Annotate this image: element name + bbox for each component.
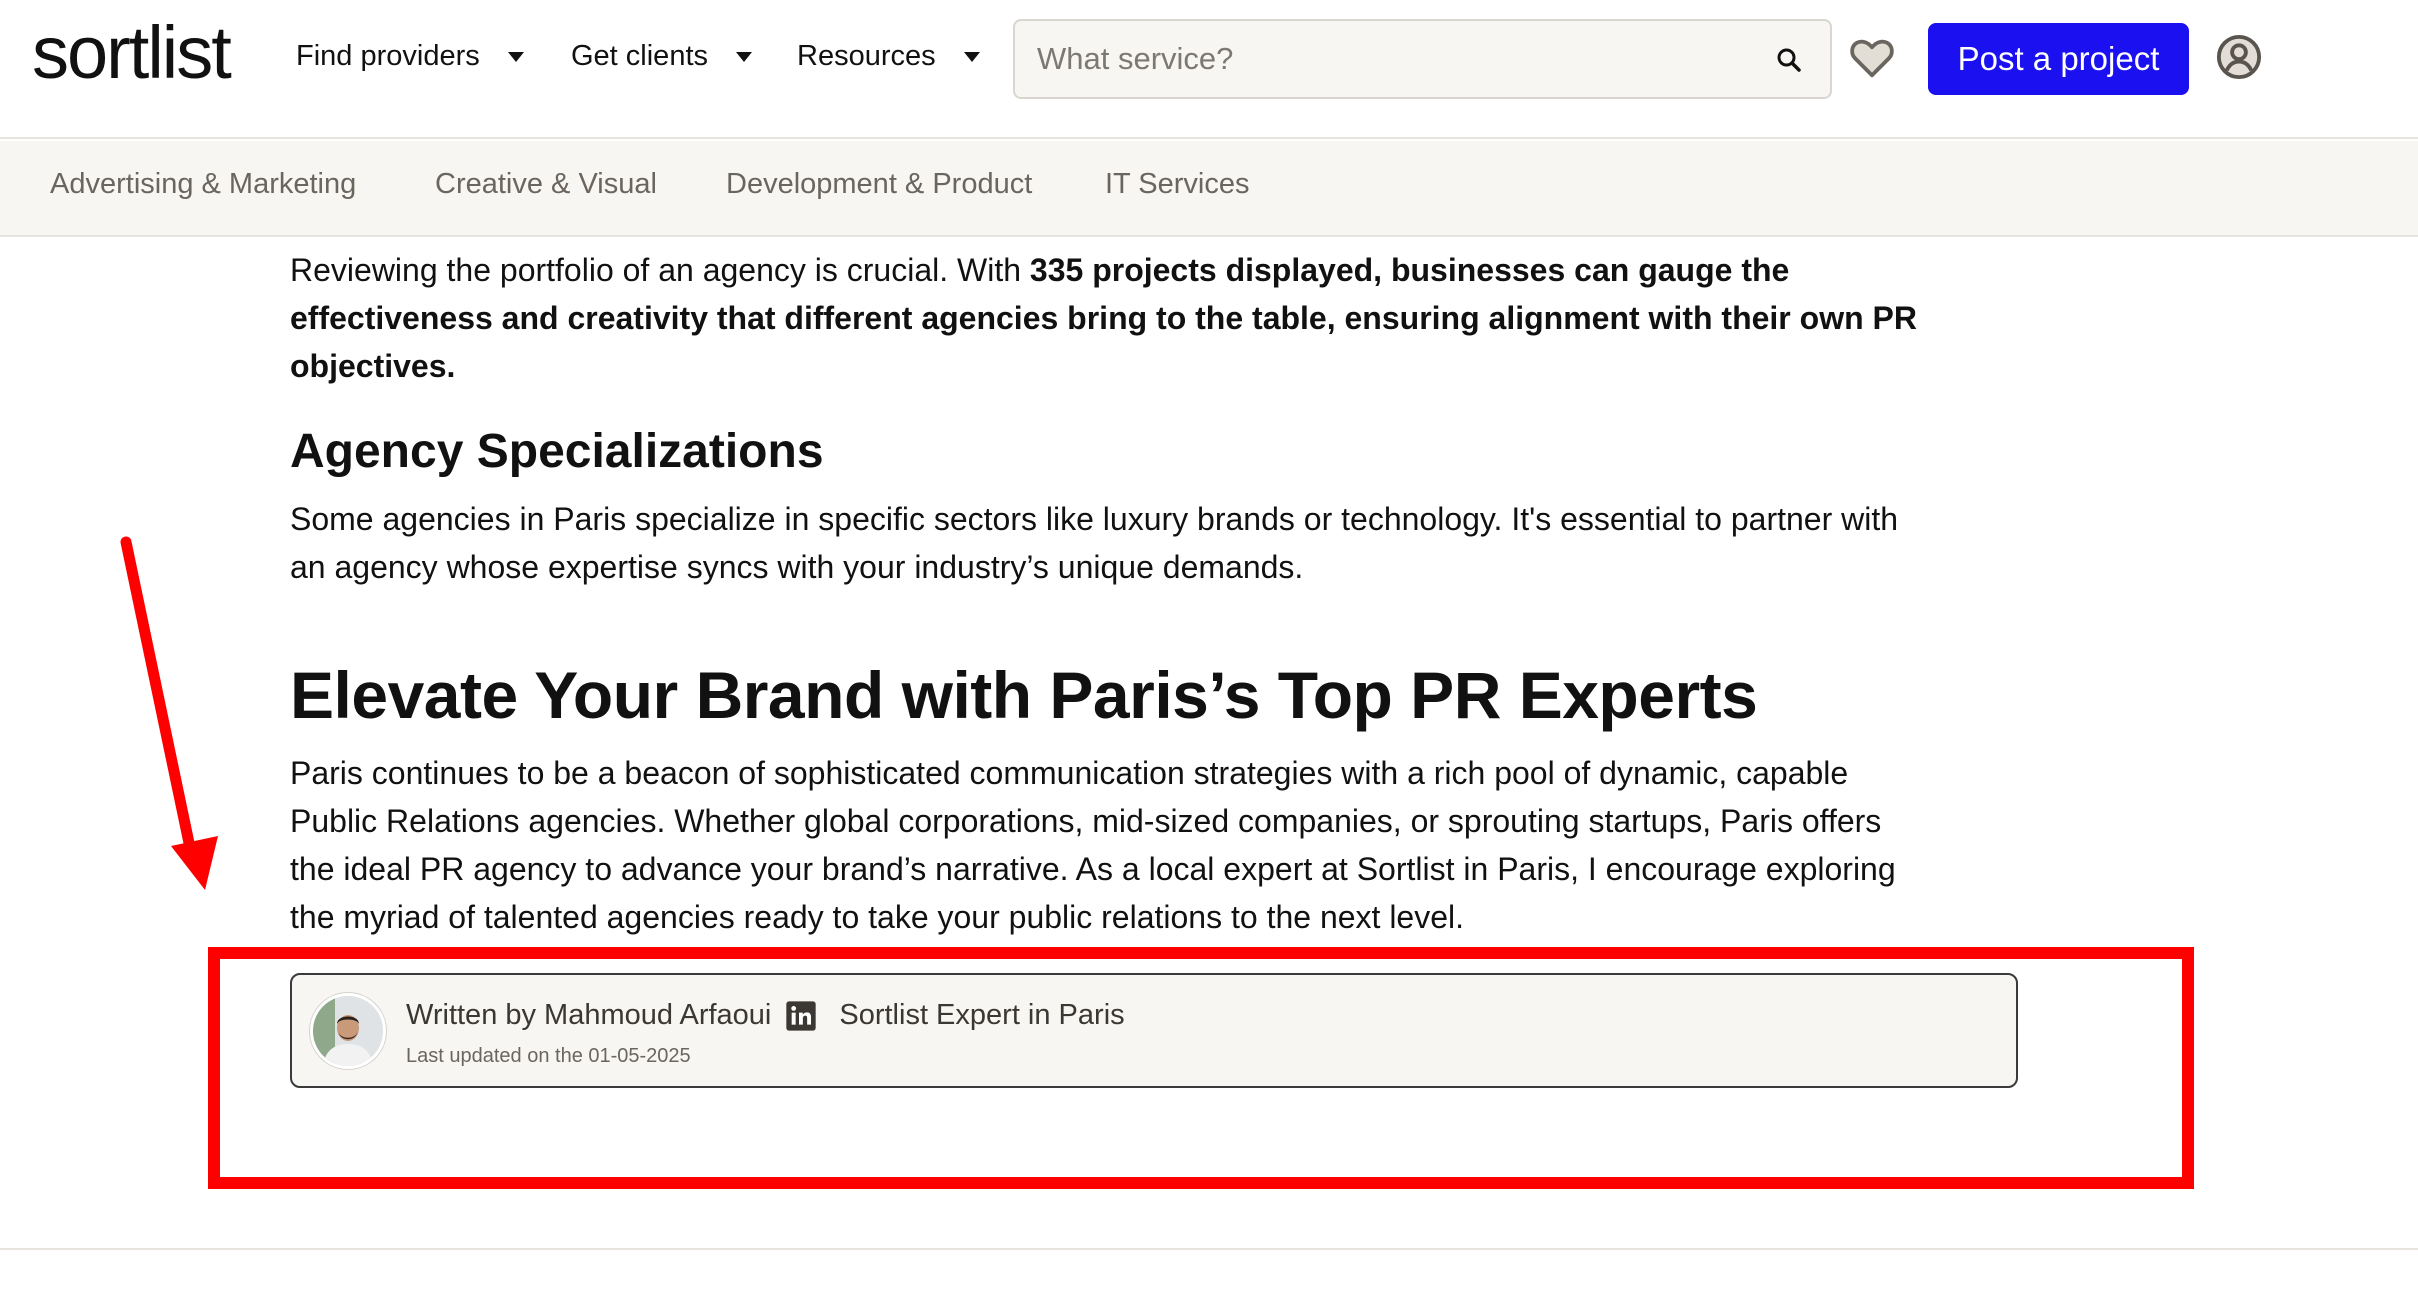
elevate-section: Elevate Your Brand with Paris’s Top PR E… bbox=[290, 662, 2030, 728]
category-bar: Advertising & Marketing Creative & Visua… bbox=[0, 141, 2418, 237]
portfolio-line-3: objectives. bbox=[290, 342, 2030, 390]
portfolio-bold-text-3: objectives. bbox=[290, 348, 456, 384]
caret-down-icon bbox=[507, 51, 524, 62]
nav-find-providers-label: Find providers bbox=[296, 40, 480, 72]
portfolio-paragraph: Reviewing the portfolio of an agency is … bbox=[290, 246, 2030, 390]
portfolio-bold-text-2: effectiveness and creativity that differ… bbox=[290, 300, 1917, 336]
elevate-heading: Elevate Your Brand with Paris’s Top PR E… bbox=[290, 658, 1758, 732]
specializations-line-1: Some agencies in Paris specialize in spe… bbox=[290, 501, 1899, 537]
portfolio-lead-text: Reviewing the portfolio of an agency is … bbox=[290, 252, 1030, 288]
nav-get-clients[interactable]: Get clients bbox=[571, 40, 752, 73]
specializations-heading: Agency Specializations bbox=[290, 425, 824, 478]
category-development-product[interactable]: Development & Product bbox=[726, 168, 1032, 201]
specializations-paragraph: Some agencies in Paris specialize in spe… bbox=[290, 495, 2030, 591]
specializations-line-2: an agency whose expertise syncs with you… bbox=[290, 549, 1304, 585]
sortlist-logo[interactable]: sortlist bbox=[32, 16, 232, 90]
nav-find-providers[interactable]: Find providers bbox=[296, 40, 524, 73]
caret-down-icon bbox=[736, 51, 752, 62]
annotation-highlight-box bbox=[208, 947, 2194, 1189]
bottom-divider bbox=[0, 1248, 2418, 1250]
elevate-line-2: Public Relations agencies. Whether globa… bbox=[290, 803, 1882, 839]
nav-resources-label: Resources bbox=[797, 40, 936, 72]
elevate-line-3: the ideal PR agency to advance your bran… bbox=[290, 851, 1896, 887]
site-header: sortlist Find providers Get clients Reso… bbox=[0, 0, 2418, 139]
heart-icon[interactable] bbox=[1849, 36, 1895, 80]
category-creative-visual[interactable]: Creative & Visual bbox=[435, 168, 657, 201]
portfolio-line-1: Reviewing the portfolio of an agency is … bbox=[290, 246, 2030, 294]
portfolio-bold-text-1: 335 projects displayed, businesses can g… bbox=[1029, 252, 1790, 288]
search-input[interactable] bbox=[1037, 41, 1757, 77]
nav-get-clients-label: Get clients bbox=[571, 40, 708, 72]
search-bar bbox=[1013, 19, 1832, 99]
portfolio-line-2: effectiveness and creativity that differ… bbox=[290, 294, 2030, 342]
nav-resources[interactable]: Resources bbox=[797, 40, 980, 73]
elevate-line-4: the myriad of talented agencies ready to… bbox=[290, 899, 1465, 935]
caret-down-icon bbox=[963, 51, 980, 62]
category-it-services[interactable]: IT Services bbox=[1105, 168, 1250, 201]
specializations-section: Agency Specializations bbox=[290, 428, 2030, 476]
category-advertising-marketing[interactable]: Advertising & Marketing bbox=[50, 168, 356, 201]
search-icon[interactable] bbox=[1774, 45, 1804, 75]
post-project-button[interactable]: Post a project bbox=[1928, 23, 2189, 95]
user-account-icon[interactable] bbox=[2216, 34, 2262, 80]
elevate-paragraph: Paris continues to be a beacon of sophis… bbox=[290, 749, 2030, 941]
elevate-line-1: Paris continues to be a beacon of sophis… bbox=[290, 755, 1849, 791]
